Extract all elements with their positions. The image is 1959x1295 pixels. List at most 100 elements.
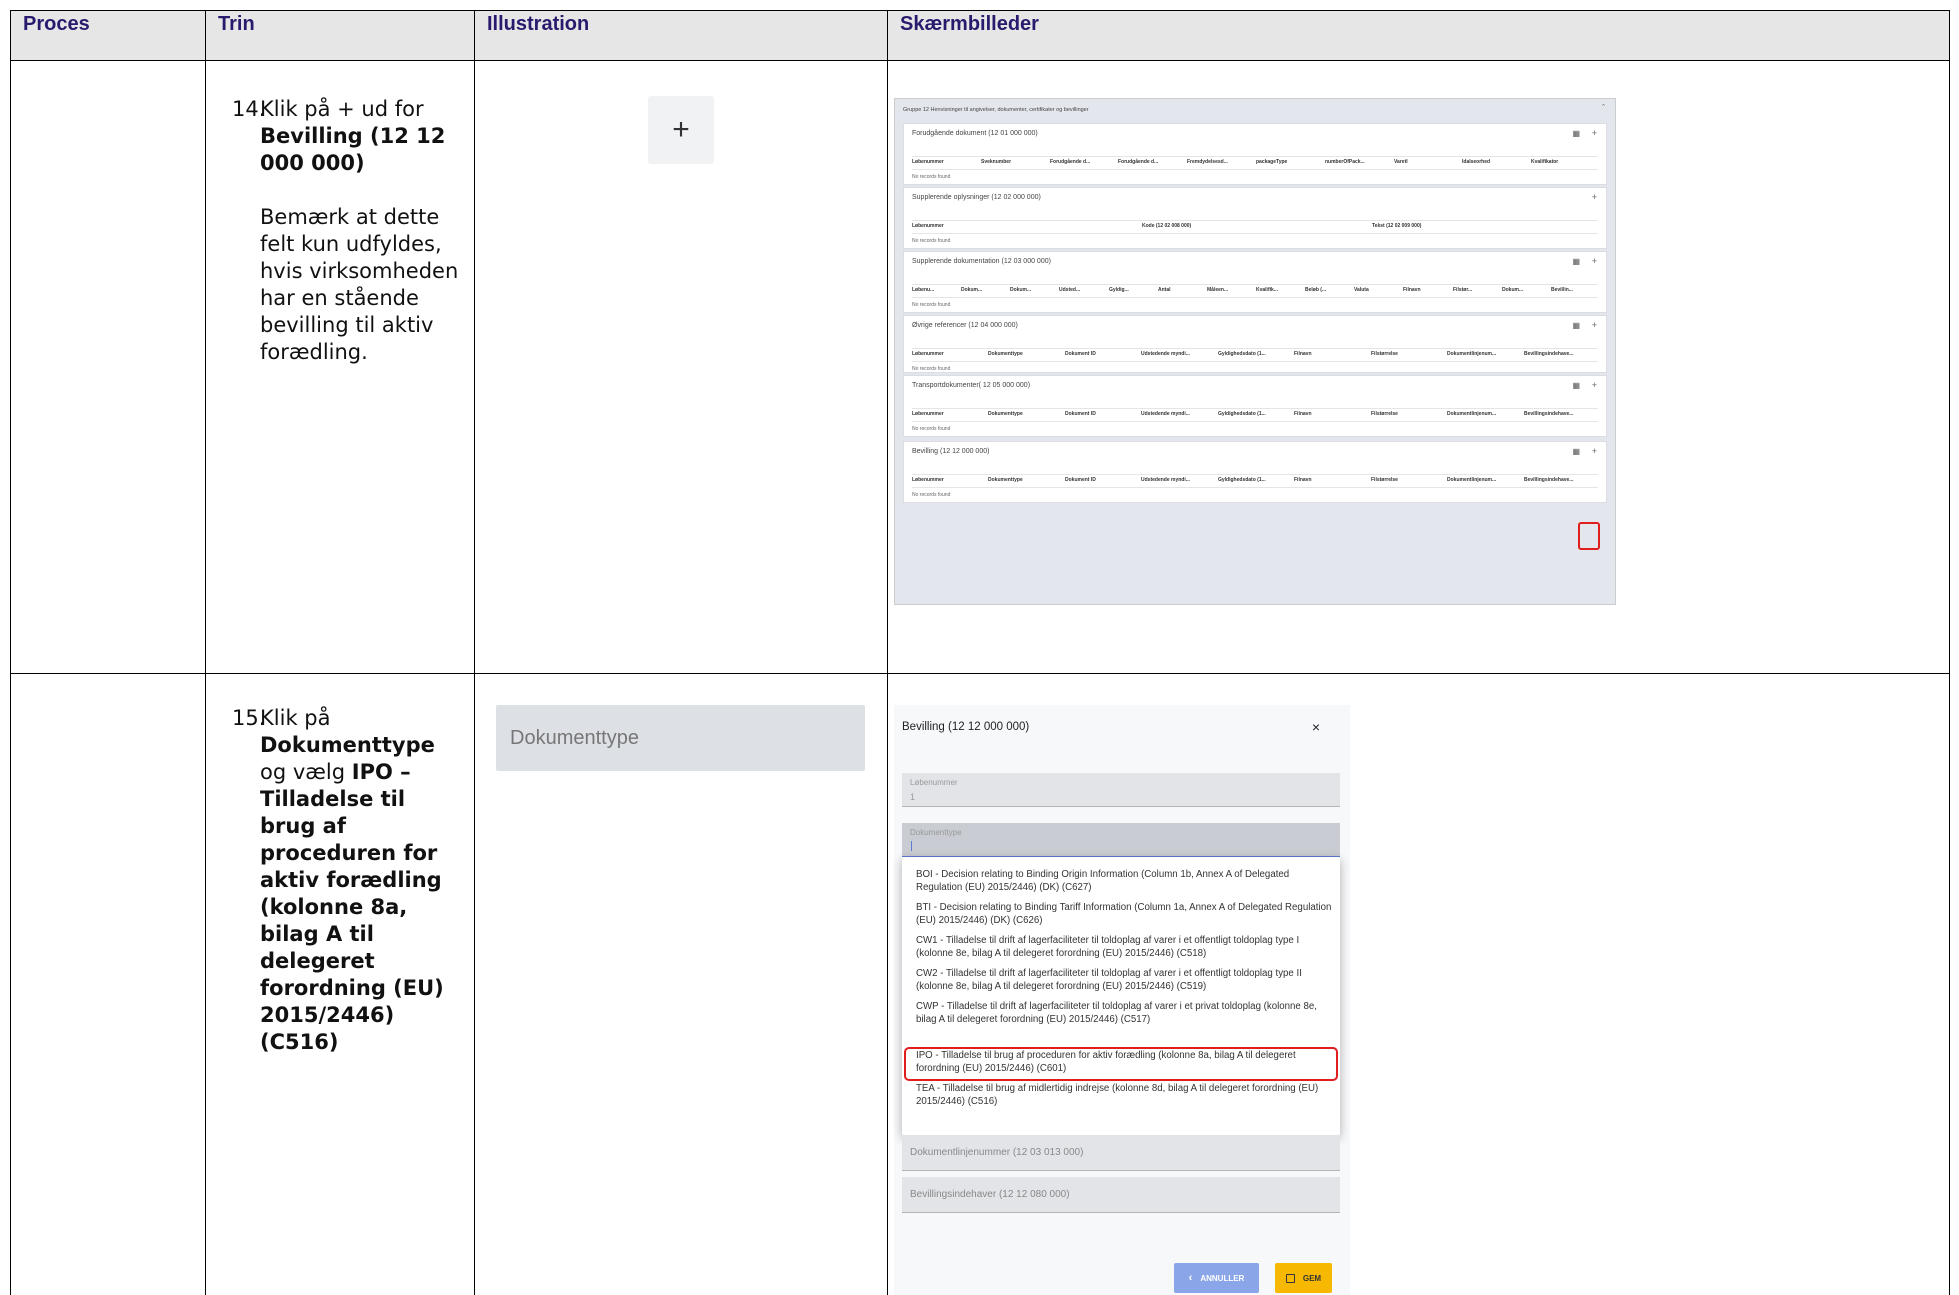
column-header[interactable]: Udstedende myndi... bbox=[1141, 411, 1190, 417]
table-border bbox=[10, 61, 11, 1295]
column-header[interactable]: Antal bbox=[1158, 287, 1171, 293]
cancel-button[interactable]: ‹ ANNULLER bbox=[1174, 1263, 1259, 1293]
bevillingsindehaver-field[interactable]: Bevillingsindehaver (12 12 080 000) bbox=[902, 1177, 1340, 1213]
column-header[interactable]: Dokumentlinjenum... bbox=[1447, 351, 1496, 357]
step-text: og vælg bbox=[260, 760, 346, 784]
column-header[interactable]: Udstedende myndi... bbox=[1141, 351, 1190, 357]
highlight-plus-button bbox=[1578, 522, 1600, 550]
column-header[interactable]: Kvalifik... bbox=[1256, 287, 1278, 293]
panel-title: Øvrige referencer (12 04 000 000) bbox=[912, 322, 1018, 329]
column-header[interactable]: Sveknumber bbox=[981, 159, 1011, 165]
table-border bbox=[1949, 61, 1950, 1295]
column-header[interactable]: Gyldighedsdato (1... bbox=[1218, 351, 1266, 357]
column-settings-icon[interactable]: ▦ bbox=[1572, 381, 1580, 390]
add-row-icon[interactable]: + bbox=[1592, 128, 1597, 138]
dokumentlinjenummer-field[interactable]: Dokumentlinjenummer (12 03 013 000) bbox=[902, 1135, 1340, 1171]
column-header[interactable]: Gyldig... bbox=[1109, 287, 1129, 293]
column-header[interactable]: Forudgående d... bbox=[1050, 159, 1090, 165]
column-header[interactable]: Beløb (... bbox=[1305, 287, 1326, 293]
column-header[interactable]: Løbenummer bbox=[912, 411, 944, 417]
column-header[interactable]: numberOfPack... bbox=[1325, 159, 1365, 165]
column-header[interactable]: Dokumenttype bbox=[988, 411, 1023, 417]
add-row-icon[interactable]: + bbox=[1592, 380, 1597, 390]
add-row-icon[interactable]: + bbox=[1592, 446, 1597, 456]
close-icon[interactable]: × bbox=[1312, 719, 1320, 735]
column-header[interactable]: Udstedende myndi... bbox=[1141, 477, 1190, 483]
column-header[interactable]: Fremdydelsesd... bbox=[1187, 159, 1228, 165]
column-header[interactable]: Filstørrelse bbox=[1371, 351, 1398, 357]
column-header[interactable]: Tekst (12 02 009 000) bbox=[1372, 223, 1421, 229]
dropdown-option[interactable]: BOI - Decision relating to Binding Origi… bbox=[916, 868, 1334, 894]
table-border bbox=[887, 61, 888, 1295]
save-button[interactable]: GEM bbox=[1275, 1263, 1332, 1293]
dropdown-option[interactable]: CW1 - Tilladelse til drift af lagerfacil… bbox=[916, 934, 1334, 960]
column-header[interactable]: Kvalifikator bbox=[1531, 159, 1558, 165]
field-label: Dokumenttype bbox=[910, 828, 962, 837]
column-header-row: Løbenu... Dokum... Dokum... Udsted... Gyldig… bbox=[912, 284, 1598, 298]
column-header[interactable]: Bevillingsindehave... bbox=[1524, 411, 1573, 417]
step-bold-text: IPO – Tilladelse til brug af proceduren … bbox=[260, 760, 444, 1054]
column-header[interactable]: Dokument ID bbox=[1065, 477, 1096, 483]
dokumenttype-field-illustration: Dokumenttype bbox=[496, 705, 865, 771]
cancel-label: ANNULLER bbox=[1200, 1273, 1245, 1283]
screenshot-bevilling-dialog: Bevilling (12 12 000 000) × Løbenummer 1… bbox=[894, 705, 1350, 1295]
dropdown-option[interactable]: BTI - Decision relating to Binding Tarif… bbox=[916, 901, 1334, 927]
column-header[interactable]: Gyldighedsdato (1... bbox=[1218, 477, 1266, 483]
dropdown-option[interactable]: TEA - Tilladelse til brug af midlertidig… bbox=[916, 1082, 1334, 1108]
column-header[interactable]: Gyldighedsdato (1... bbox=[1218, 411, 1266, 417]
dropdown-option[interactable]: CWP - Tilladelse til drift af lagerfacil… bbox=[916, 1000, 1334, 1026]
column-header[interactable]: Dokumenttype bbox=[988, 477, 1023, 483]
dokumenttype-options-menu: BOI - Decision relating to Binding Origi… bbox=[902, 857, 1340, 1135]
save-label: GEM bbox=[1302, 1273, 1322, 1283]
add-row-icon[interactable]: + bbox=[1592, 320, 1597, 330]
column-settings-icon[interactable]: ▦ bbox=[1572, 257, 1580, 266]
dokumenttype-field[interactable]: Dokumenttype bbox=[902, 823, 1340, 857]
column-header[interactable]: Dokumenttype bbox=[988, 351, 1023, 357]
empty-message: No records found bbox=[912, 366, 951, 372]
column-header[interactable]: Filnavn bbox=[1294, 351, 1312, 357]
column-settings-icon[interactable]: ▦ bbox=[1572, 129, 1580, 138]
column-header[interactable]: Dokum... bbox=[961, 287, 982, 293]
add-row-icon[interactable]: + bbox=[1592, 192, 1597, 202]
column-header[interactable]: Filnavn bbox=[1403, 287, 1421, 293]
column-header[interactable]: Løbenu... bbox=[912, 287, 934, 293]
column-header[interactable]: Løbenummer bbox=[912, 351, 944, 357]
table-panel: Supplerende dokumentation (12 03 000 000… bbox=[903, 251, 1607, 313]
add-row-icon[interactable]: + bbox=[1592, 256, 1597, 266]
column-header[interactable]: Dokument ID bbox=[1065, 351, 1096, 357]
column-header[interactable]: Dokumentlinjenum... bbox=[1447, 477, 1496, 483]
column-header[interactable]: Dokum... bbox=[1502, 287, 1523, 293]
header-trin: Trin bbox=[206, 11, 475, 62]
column-header[interactable]: Kode (12 02 008 000) bbox=[1142, 223, 1191, 229]
table-border bbox=[474, 61, 475, 1295]
column-header[interactable]: Filstørrelse bbox=[1371, 477, 1398, 483]
column-header[interactable]: Idalseorhed bbox=[1462, 159, 1490, 165]
step-14-text: 14. Klik på + ud for Bevilling (12 12 00… bbox=[232, 96, 472, 366]
column-header[interactable]: Dokum... bbox=[1010, 287, 1031, 293]
panel-title: Supplerende dokumentation (12 03 000 000… bbox=[912, 258, 1051, 265]
column-header[interactable]: Dokument ID bbox=[1065, 411, 1096, 417]
dropdown-option[interactable]: CW2 - Tilladelse til drift af lagerfacil… bbox=[916, 967, 1334, 993]
column-header[interactable]: Løbenummer bbox=[912, 223, 944, 229]
lobenummer-field[interactable]: Løbenummer 1 bbox=[902, 773, 1340, 807]
column-header[interactable]: Varetl bbox=[1394, 159, 1408, 165]
column-header[interactable]: packageType bbox=[1256, 159, 1287, 165]
field-placeholder: Dokumenttype bbox=[510, 727, 639, 749]
column-header[interactable]: Løbenummer bbox=[912, 159, 944, 165]
column-header[interactable]: Bevillingsindehave... bbox=[1524, 477, 1573, 483]
column-header[interactable]: Dokumentlinjenum... bbox=[1447, 411, 1496, 417]
column-header[interactable]: Måleen... bbox=[1207, 287, 1228, 293]
column-header[interactable]: Filstør... bbox=[1453, 287, 1472, 293]
column-header[interactable]: Filstørrelse bbox=[1371, 411, 1398, 417]
column-header[interactable]: Udsted... bbox=[1059, 287, 1080, 293]
column-settings-icon[interactable]: ▦ bbox=[1572, 321, 1580, 330]
column-header[interactable]: Bevillin... bbox=[1551, 287, 1573, 293]
column-header[interactable]: Valuta bbox=[1354, 287, 1369, 293]
column-settings-icon[interactable]: ▦ bbox=[1572, 447, 1580, 456]
column-header[interactable]: Forudgående d... bbox=[1118, 159, 1158, 165]
chevron-up-icon[interactable]: ˆ bbox=[1602, 103, 1605, 113]
column-header[interactable]: Filnavn bbox=[1294, 477, 1312, 483]
column-header[interactable]: Bevillingsindehave... bbox=[1524, 351, 1573, 357]
column-header[interactable]: Filnavn bbox=[1294, 411, 1312, 417]
column-header[interactable]: Løbenummer bbox=[912, 477, 944, 483]
